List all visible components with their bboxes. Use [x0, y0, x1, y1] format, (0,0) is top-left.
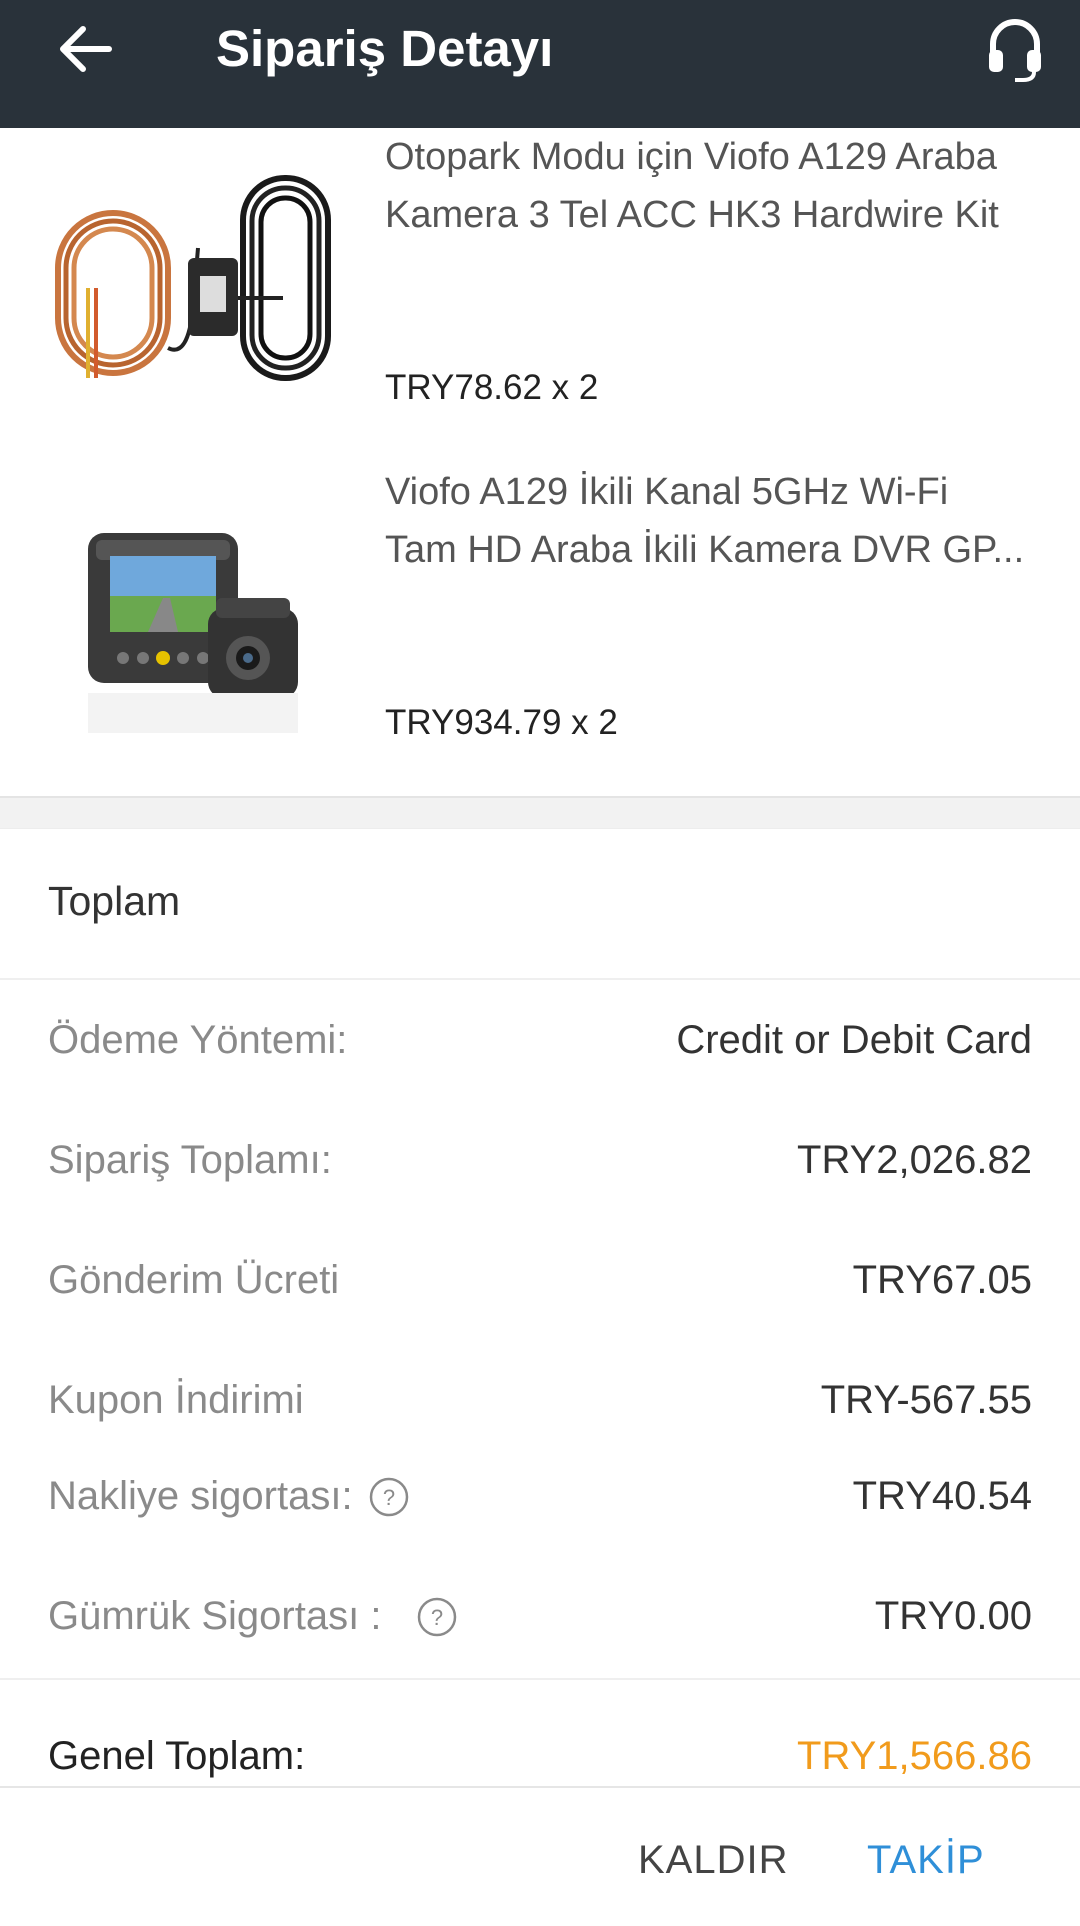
coupon-discount-row: Kupon İndirimi TRY-567.55 [48, 1378, 1032, 1438]
svg-text:?: ? [431, 1605, 443, 1630]
shipping-insurance-row: Nakliye sigortası: ? TRY40.54 [48, 1474, 1032, 1534]
order-item[interactable]: Viofo A129 İkili Kanal 5GHz Wi-Fi Tam HD… [0, 463, 1080, 773]
payment-method-value: Credit or Debit Card [676, 1018, 1032, 1062]
product-image-dashcam[interactable] [48, 478, 338, 768]
grand-total-row: Genel Toplam: TRY1,566.86 [48, 1734, 1032, 1794]
track-button[interactable]: TAKİP [867, 1838, 985, 1883]
grand-total-label: Genel Toplam: [48, 1734, 306, 1778]
product-name[interactable]: Otopark Modu için Viofo A129 Araba Kamer… [385, 128, 1035, 244]
divider [0, 978, 1080, 980]
grand-total-value: TRY1,566.86 [797, 1734, 1032, 1778]
remove-button[interactable]: KALDIR [638, 1838, 789, 1883]
payment-method-row: Ödeme Yöntemi: Credit or Debit Card [48, 1018, 1032, 1078]
product-price: TRY78.62 x 2 [385, 368, 599, 407]
support-button[interactable] [980, 6, 1050, 90]
product-image-hardwire-kit[interactable] [48, 148, 338, 438]
product-price: TRY934.79 x 2 [385, 703, 618, 742]
back-button[interactable] [50, 14, 120, 84]
shipping-insurance-value: TRY40.54 [852, 1474, 1032, 1518]
customs-insurance-row: Gümrük Sigortası : ? TRY0.00 [48, 1594, 1032, 1654]
customs-insurance-value: TRY0.00 [874, 1594, 1032, 1638]
order-total-label: Sipariş Toplamı: [48, 1138, 332, 1182]
shipping-insurance-label: Nakliye sigortası: [48, 1474, 353, 1518]
help-icon[interactable]: ? [417, 1597, 457, 1637]
customs-insurance-label: Gümrük Sigortası : [48, 1594, 382, 1638]
bottom-action-bar: KALDIR TAKİP [0, 1786, 1080, 1926]
help-icon[interactable]: ? [369, 1477, 409, 1517]
payment-method-label: Ödeme Yöntemi: [48, 1018, 348, 1062]
page-title: Sipariş Detayı [216, 20, 554, 77]
app-bar: Sipariş Detayı [0, 0, 1080, 128]
order-total-row: Sipariş Toplamı: TRY2,026.82 [48, 1138, 1032, 1198]
svg-text:?: ? [382, 1485, 394, 1510]
shipping-fee-value: TRY67.05 [852, 1258, 1032, 1302]
coupon-discount-label: Kupon İndirimi [48, 1378, 304, 1422]
order-item[interactable]: Otopark Modu için Viofo A129 Araba Kamer… [0, 128, 1080, 438]
section-separator [0, 796, 1080, 829]
divider [0, 1678, 1080, 1680]
coupon-discount-value: TRY-567.55 [820, 1378, 1032, 1422]
summary-title: Toplam [48, 878, 181, 924]
shipping-fee-label: Gönderim Ücreti [48, 1258, 340, 1302]
headset-icon [989, 19, 1041, 82]
product-name[interactable]: Viofo A129 İkili Kanal 5GHz Wi-Fi Tam HD… [385, 463, 1035, 579]
arrow-left-icon [60, 26, 112, 72]
shipping-fee-row: Gönderim Ücreti TRY67.05 [48, 1258, 1032, 1318]
order-total-value: TRY2,026.82 [797, 1138, 1032, 1182]
